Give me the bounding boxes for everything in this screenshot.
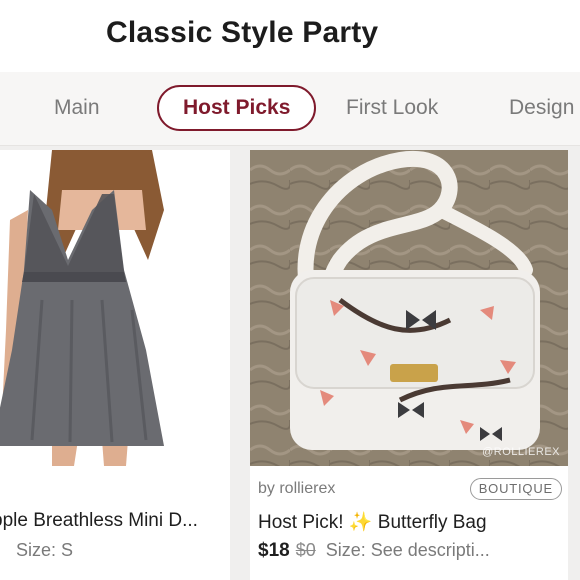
listing-card[interactable]: @ROLLIEREX by rollierex BOUTIQUE Host Pi… <box>250 150 568 580</box>
title-suffix: Butterfly Bag <box>377 512 487 533</box>
boutique-badge: BOUTIQUE <box>469 478 562 500</box>
tab-first-look[interactable]: First Look <box>346 85 438 131</box>
title-prefix: Host Pick! <box>258 512 344 533</box>
dress-photo <box>0 150 230 466</box>
original-price: $0 <box>295 540 316 560</box>
tab-host-picks[interactable]: Host Picks <box>157 85 317 131</box>
tab-main[interactable]: Main <box>54 85 100 131</box>
bag-photo <box>250 150 568 466</box>
photo-watermark: @ROLLIEREX <box>482 446 560 458</box>
party-header: Classic Style Party <box>0 0 580 72</box>
listing-photo-dress[interactable] <box>0 150 230 466</box>
tab-design[interactable]: Design <box>509 85 574 131</box>
size-label: Size: See descripti... <box>325 540 490 560</box>
price: $18 <box>258 540 290 561</box>
listing-title[interactable]: pple Breathless Mini D... <box>0 510 224 532</box>
listing-meta: Size: S <box>16 540 73 561</box>
listing-title[interactable]: Host Pick! ✨ Butterfly Bag <box>258 510 568 534</box>
sparkle-icon: ✨ <box>348 512 373 533</box>
listing-meta: $18 $0 Size: See descripti... <box>258 540 490 562</box>
party-title: Classic Style Party <box>106 16 379 49</box>
party-tabs: Main Host Picks First Look Design <box>0 72 580 146</box>
listing-photo-bag[interactable]: @ROLLIEREX <box>250 150 568 466</box>
listing-card[interactable]: z pple Breathless Mini D... Size: S <box>0 150 230 580</box>
size-label: Size: S <box>16 540 74 560</box>
listing-grid: z pple Breathless Mini D... Size: S <box>0 146 580 580</box>
seller-name[interactable]: by rollierex <box>258 480 335 498</box>
